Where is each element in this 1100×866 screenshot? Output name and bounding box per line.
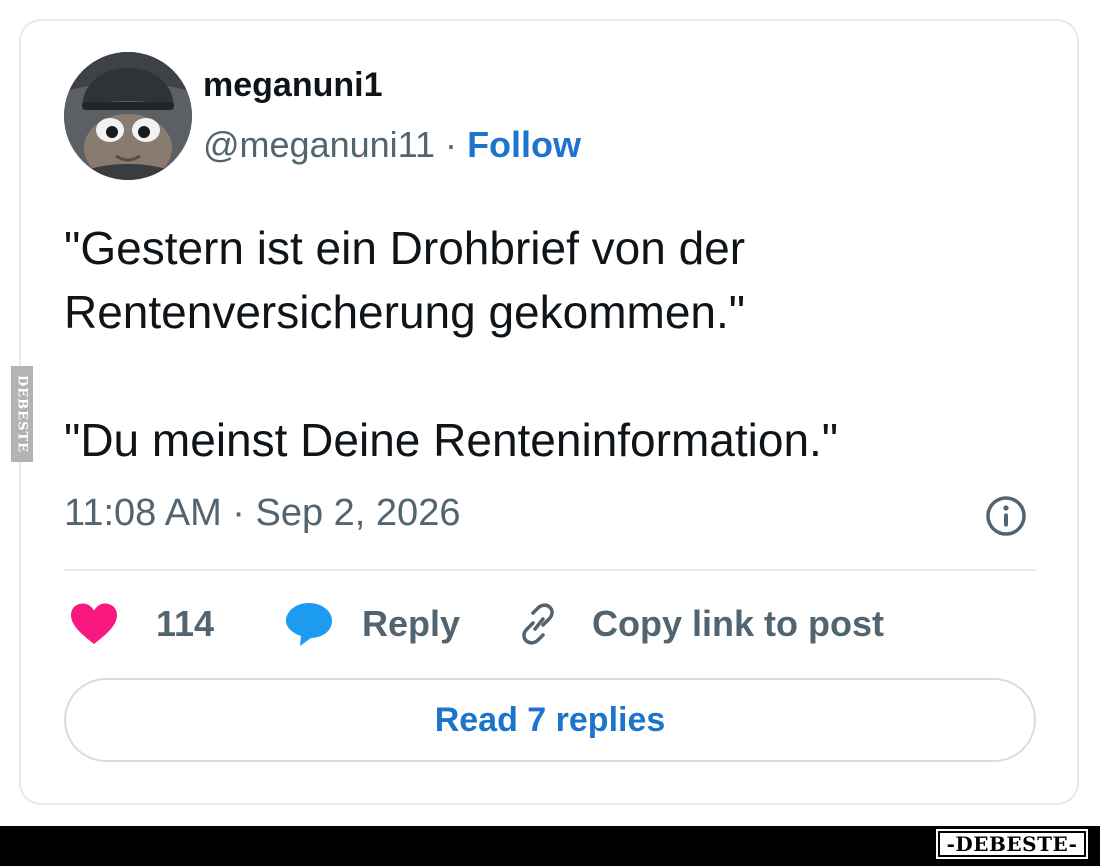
read-replies-button[interactable]: Read 7 replies: [64, 678, 1036, 762]
post-text: "Gestern ist ein Drohbrief von der Rente…: [64, 216, 1024, 472]
like-count: 114: [156, 603, 215, 644]
post-timestamp[interactable]: 11:08 AM · Sep 2, 2026: [64, 492, 460, 535]
side-watermark: DEBESTE: [11, 366, 33, 462]
post-text-line: "Du meinst Deine Renteninformation.": [64, 414, 839, 466]
copy-link-button[interactable]: Copy link to post: [516, 598, 884, 650]
separator-dot: ·: [445, 124, 458, 165]
heart-icon: [71, 603, 117, 644]
reply-label: Reply: [362, 603, 461, 644]
post-text-line: "Gestern ist ein Drohbrief von der: [64, 222, 746, 274]
divider: [64, 569, 1036, 571]
copy-link-label: Copy link to post: [592, 603, 884, 644]
avatar[interactable]: [64, 52, 192, 180]
display-name[interactable]: meganuni1: [203, 66, 382, 105]
reply-button[interactable]: Reply: [284, 598, 460, 650]
post-text-line: Rentenversicherung gekommen.": [64, 286, 746, 338]
follow-button[interactable]: Follow: [467, 124, 581, 165]
speech-bubble-icon: [286, 603, 332, 646]
avatar-image: [64, 52, 192, 180]
info-circle-icon[interactable]: [984, 494, 1028, 538]
user-handle[interactable]: @meganuni11: [203, 124, 435, 165]
link-icon: [522, 603, 554, 645]
action-bar: 114 Reply Copy link to post: [64, 598, 1036, 650]
bottom-watermark-bar: [0, 826, 1100, 866]
watermark-logo: -DEBESTE-: [936, 829, 1088, 859]
handle-row: @meganuni11 · Follow: [203, 124, 581, 166]
like-button[interactable]: 114: [70, 598, 214, 650]
